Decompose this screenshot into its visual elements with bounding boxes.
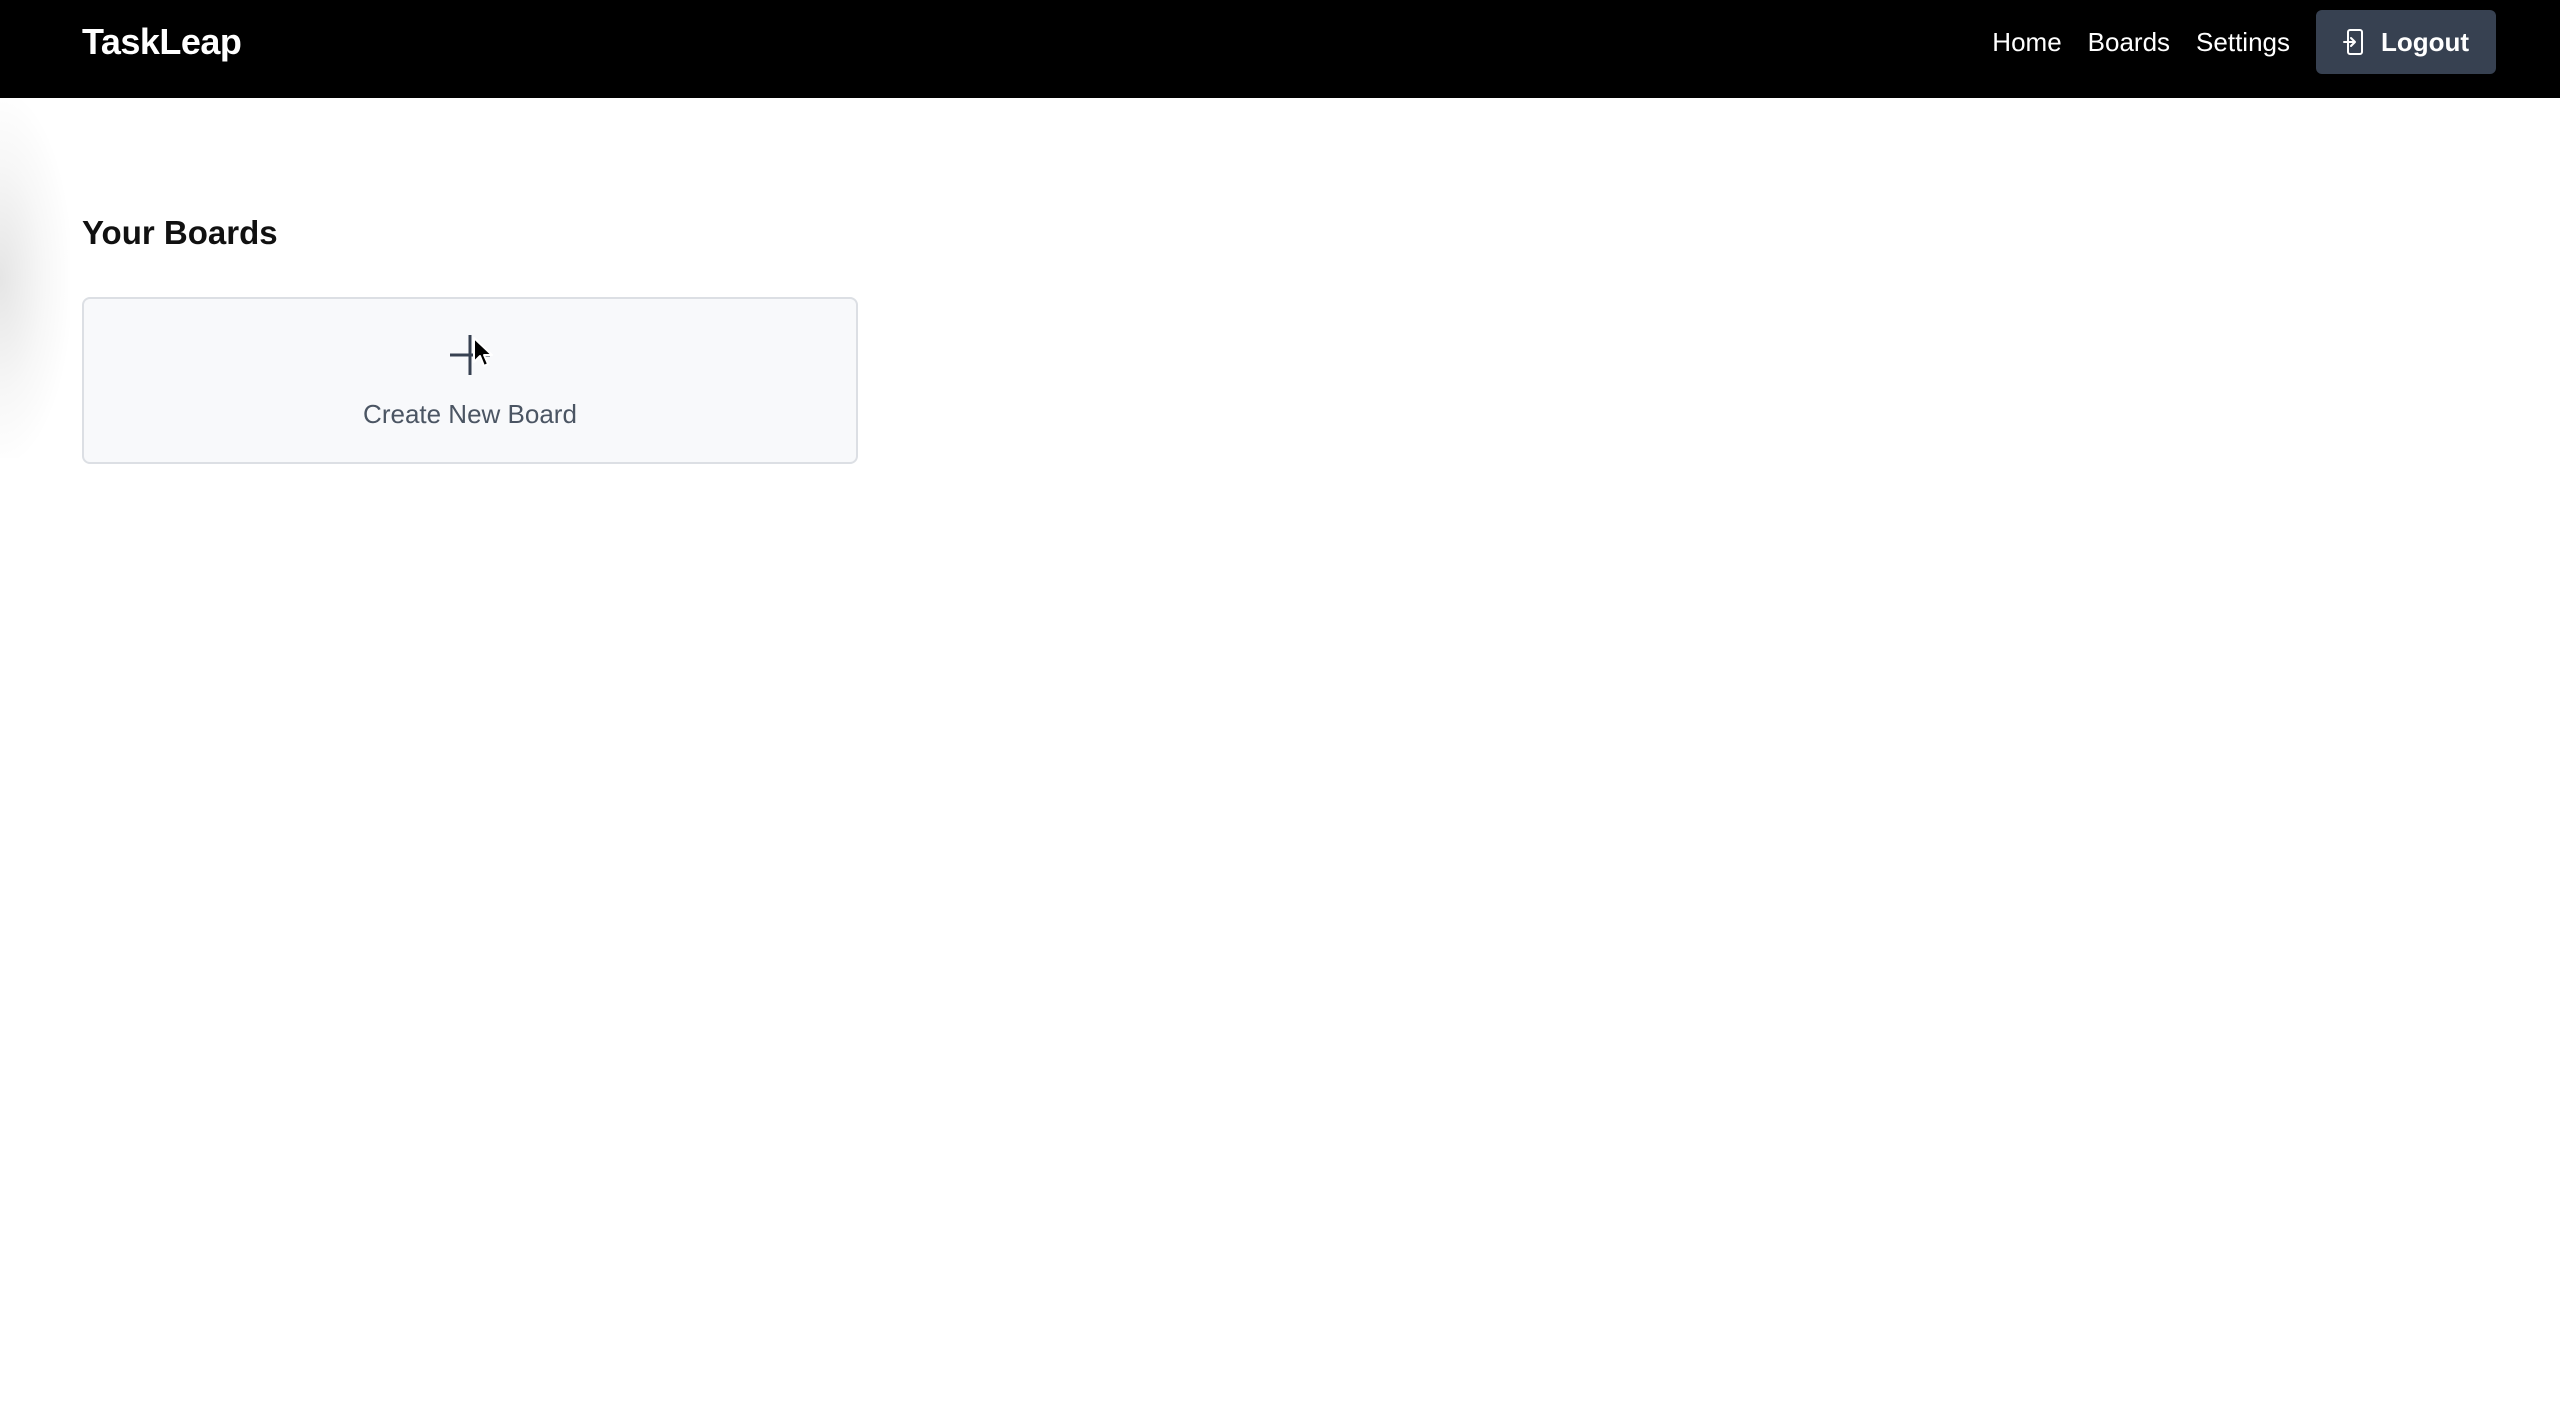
brand-logo[interactable]: TaskLeap	[82, 21, 242, 63]
top-navbar: TaskLeap Home Boards Settings Logout	[0, 0, 2560, 98]
logout-label: Logout	[2380, 26, 2470, 57]
mouse-pointer-icon	[473, 337, 493, 367]
create-board-card[interactable]: Create New Board	[82, 297, 858, 464]
nav-link-settings[interactable]: Settings	[2196, 27, 2290, 58]
logout-button[interactable]: Logout	[2316, 10, 2496, 74]
section-title: Your Boards	[82, 214, 278, 251]
side-panel-shadow	[0, 98, 70, 458]
create-board-label: Create New Board	[363, 399, 577, 429]
nav-menu: Home Boards Settings Logout	[1966, 10, 2496, 74]
nav-link-boards[interactable]: Boards	[2088, 27, 2170, 58]
logout-icon	[2342, 28, 2365, 56]
nav-link-home[interactable]: Home	[1992, 27, 2061, 58]
